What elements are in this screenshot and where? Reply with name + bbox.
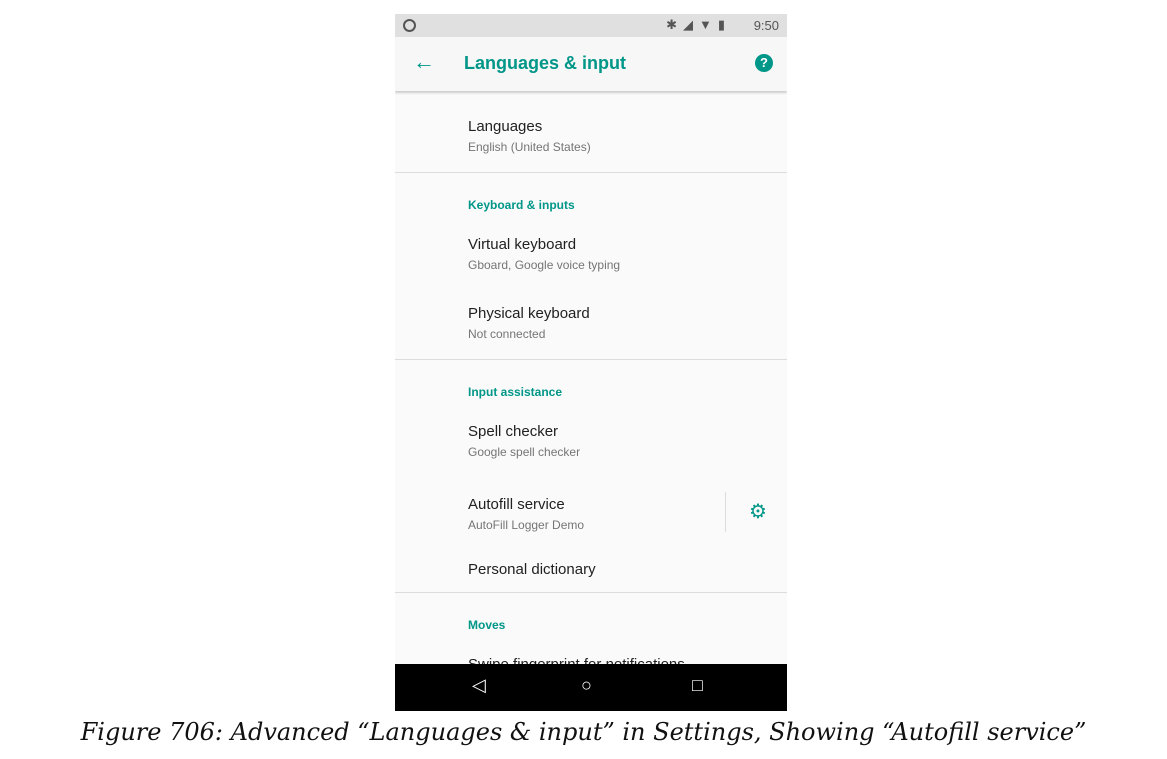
languages-title: Languages xyxy=(468,118,543,135)
phone-screen: ✱◢▼▮ 9:50 ← Languages & input ? Language… xyxy=(395,14,787,711)
personal-dictionary-item[interactable]: Personal dictionary xyxy=(468,561,596,578)
nav-back-icon[interactable]: ◁ xyxy=(472,675,486,696)
vertical-divider xyxy=(725,492,726,532)
virtual-keyboard-subtitle: Gboard, Google voice typing xyxy=(468,258,621,272)
languages-subtitle: English (United States) xyxy=(468,140,591,154)
help-icon[interactable]: ? xyxy=(755,54,773,72)
signal-icon: ◢ xyxy=(682,17,699,32)
nav-recents-icon[interactable]: □ xyxy=(692,675,703,696)
app-bar: ← Languages & input ? xyxy=(395,37,787,91)
divider xyxy=(395,592,787,593)
spell-checker-subtitle: Google spell checker xyxy=(468,445,581,459)
virtual-keyboard-title: Virtual keyboard xyxy=(468,236,577,253)
autofill-service-title: Autofill service xyxy=(468,496,565,513)
input-assistance-header: Input assistance xyxy=(468,385,563,399)
nav-home-icon[interactable]: ○ xyxy=(581,675,592,696)
figure-caption: Figure 706: Advanced “Languages & input”… xyxy=(80,718,1087,746)
page-title: Languages & input xyxy=(464,53,626,73)
physical-keyboard-title: Physical keyboard xyxy=(468,305,590,322)
autofill-service-item[interactable]: Autofill service AutoFill Logger Demo xyxy=(468,496,584,532)
gear-icon[interactable]: ⚙ xyxy=(749,502,769,522)
navigation-bar: ◁ ○ □ xyxy=(395,664,787,711)
moves-header: Moves xyxy=(468,618,506,632)
keyboard-inputs-header: Keyboard & inputs xyxy=(468,198,575,212)
clock: 9:50 xyxy=(753,18,779,33)
divider xyxy=(395,359,787,360)
status-icons: ✱◢▼▮ xyxy=(666,17,731,33)
autofill-service-subtitle: AutoFill Logger Demo xyxy=(468,518,585,532)
status-bar: ✱◢▼▮ 9:50 xyxy=(395,14,787,37)
divider xyxy=(395,172,787,173)
notification-dot-icon xyxy=(403,19,416,32)
spell-checker-title: Spell checker xyxy=(468,423,559,440)
spell-checker-item[interactable]: Spell checker Google spell checker xyxy=(468,423,580,459)
bluetooth-icon: ✱ xyxy=(666,17,683,32)
personal-dictionary-title: Personal dictionary xyxy=(468,561,596,578)
languages-item[interactable]: Languages English (United States) xyxy=(468,118,591,154)
physical-keyboard-item[interactable]: Physical keyboard Not connected xyxy=(468,305,590,341)
physical-keyboard-subtitle: Not connected xyxy=(468,327,546,341)
battery-icon: ▮ xyxy=(717,17,731,32)
wifi-icon: ▼ xyxy=(698,17,718,32)
virtual-keyboard-item[interactable]: Virtual keyboard Gboard, Google voice ty… xyxy=(468,236,620,272)
back-arrow-icon[interactable]: ← xyxy=(413,49,435,75)
